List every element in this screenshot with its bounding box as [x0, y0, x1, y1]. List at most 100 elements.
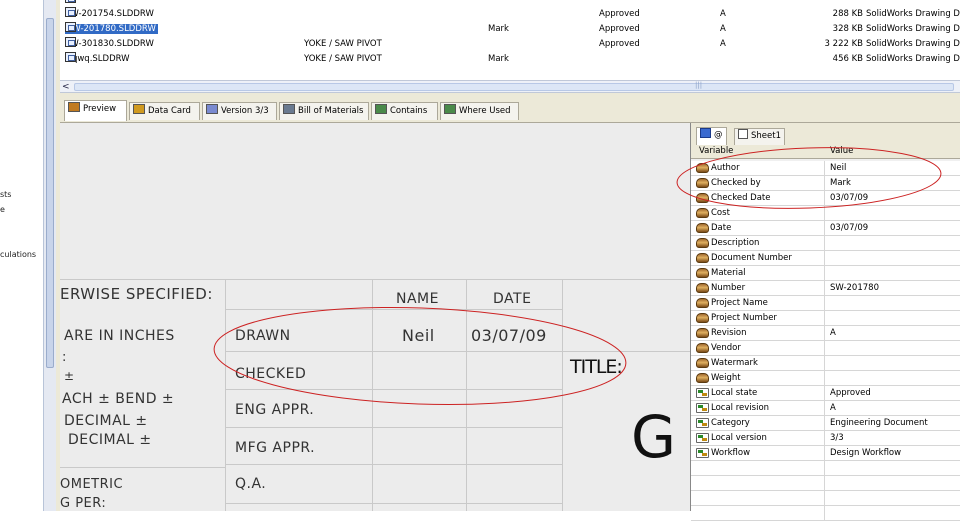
tab-contains[interactable]: Contains: [371, 102, 438, 120]
vertical-scroll-thumb[interactable]: [46, 18, 54, 368]
variable-value[interactable]: Neil: [830, 161, 846, 175]
version-icon: [206, 104, 218, 114]
file-name: SW-201780.SLDDRW: [65, 24, 158, 34]
tab-where-used[interactable]: Where Used: [440, 102, 519, 120]
vertical-scrollbar[interactable]: [43, 0, 56, 511]
variable-value[interactable]: 03/07/09: [830, 221, 868, 235]
drawing-file-icon: [65, 37, 76, 47]
where-used-icon: [444, 104, 456, 114]
variable-row[interactable]: Vendor: [691, 341, 960, 356]
variable-row[interactable]: Revision A: [691, 326, 960, 341]
variable-name: Revision: [711, 328, 747, 338]
tab-bar: Preview Data Card Version 3/3 Bill of Mater…: [60, 93, 960, 123]
variable-row[interactable]: Description: [691, 236, 960, 251]
tab-data-card[interactable]: Data Card: [129, 102, 200, 120]
tab-preview[interactable]: Preview: [64, 100, 127, 121]
tab-label: Version 3/3: [221, 106, 269, 116]
grid-line: [60, 279, 690, 280]
variable-name-cell: Category: [691, 416, 825, 431]
variable-row[interactable]: Local revision A: [691, 401, 960, 416]
value-column-header[interactable]: Value: [830, 145, 853, 158]
variable-row[interactable]: Document Number: [691, 251, 960, 266]
file-row[interactable]: SW-201780.SLDDRW Mark Approved A 328 KB Solid…: [60, 22, 960, 36]
bom-icon: [283, 104, 295, 114]
tab-variables-label: @: [714, 130, 723, 140]
tab-version-3-3[interactable]: Version 3/3: [202, 102, 277, 120]
empty-row: [691, 476, 960, 491]
variable-value[interactable]: Approved: [830, 386, 871, 400]
file-type-cell: SolidWorks Drawing D: [866, 39, 960, 49]
file-row-partial[interactable]: [60, 0, 960, 7]
sheet-icon: [738, 129, 748, 139]
tab-bill-of-materials[interactable]: Bill of Materials: [279, 102, 369, 120]
variable-value[interactable]: 03/07/09: [830, 191, 868, 205]
file-name-cell[interactable]: wqwq.SLDDRW: [65, 52, 130, 66]
horizontal-scrollbar[interactable]: < |||: [60, 80, 960, 93]
geometric-note: OMETRIC: [60, 477, 124, 492]
file-state-cell: Approved: [599, 9, 640, 19]
variable-row[interactable]: Project Number: [691, 311, 960, 326]
variable-value[interactable]: SW-201780: [830, 281, 879, 295]
variable-row[interactable]: Category Engineering Document: [691, 416, 960, 431]
empty-row: [691, 491, 960, 506]
builtin-variable-icon: [696, 433, 709, 443]
drawing-file-icon: [65, 0, 76, 3]
file-checked-by-cell: Mark: [488, 54, 509, 64]
variable-row[interactable]: Project Name: [691, 296, 960, 311]
variable-column-header[interactable]: Variable: [699, 145, 733, 158]
annotation-ellipse: [213, 306, 627, 406]
variable-row[interactable]: Author Neil: [691, 161, 960, 176]
file-row[interactable]: wqwq.SLDDRW YOKE / SAW PIVOT Mark 456 KB Sol…: [60, 52, 960, 66]
grid-line: [225, 351, 690, 352]
variable-value[interactable]: Mark: [830, 176, 851, 190]
variable-name: Project Number: [711, 313, 777, 323]
horizontal-scroll-thumb[interactable]: |||: [74, 81, 954, 91]
scroll-left-arrow-icon[interactable]: <: [62, 82, 70, 92]
builtin-variable-icon: [696, 448, 709, 458]
variable-row[interactable]: Workflow Design Workflow: [691, 446, 960, 461]
variable-row[interactable]: Cost: [691, 206, 960, 221]
variable-name-cell: Local revision: [691, 401, 825, 416]
variable-icon: [696, 313, 709, 323]
tab-variables[interactable]: @: [696, 127, 727, 145]
variable-row[interactable]: Checked by Mark: [691, 176, 960, 191]
variable-icon: [696, 328, 709, 338]
variable-value[interactable]: Engineering Document: [830, 416, 928, 430]
variable-name: Weight: [711, 373, 741, 383]
variable-value[interactable]: A: [830, 401, 836, 415]
file-row[interactable]: SW-201754.SLDDRW Approved A 288 KB SolidWork…: [60, 7, 960, 21]
variable-row[interactable]: Local state Approved: [691, 386, 960, 401]
tab-sheet1[interactable]: Sheet1: [734, 128, 785, 145]
drawing-preview: ERWISE SPECIFIED: ARE IN INCHES : ± ACH …: [60, 123, 690, 511]
empty-cell: [691, 506, 825, 521]
variable-row[interactable]: Watermark: [691, 356, 960, 371]
variable-name: Number: [711, 283, 746, 293]
variable-row[interactable]: Weight: [691, 371, 960, 386]
mach-bend-tolerance: ACH ± BEND ±: [62, 391, 175, 407]
file-row[interactable]: SW-301830.SLDDRW YOKE / SAW PIVOT Approved…: [60, 37, 960, 51]
file-name-cell[interactable]: SW-201754.SLDDRW: [65, 7, 154, 21]
grid-line: [562, 279, 563, 511]
qa-label: Q.A.: [235, 476, 267, 492]
tolerance-line: ±: [64, 369, 75, 383]
file-name: SW-301830.SLDDRW: [65, 39, 154, 49]
variable-value[interactable]: Design Workflow: [830, 446, 901, 460]
left-pane-fragment: culations: [0, 250, 37, 259]
variable-row[interactable]: Number SW-201780: [691, 281, 960, 296]
variable-table-header: Variable Value: [691, 145, 960, 159]
variable-name-cell: Number: [691, 281, 825, 296]
variable-row[interactable]: Date 03/07/09: [691, 221, 960, 236]
builtin-variable-icon: [696, 388, 709, 398]
variable-value[interactable]: 3/3: [830, 431, 844, 445]
file-name-cell[interactable]: SW-201780.SLDDRW: [65, 22, 158, 36]
builtin-variable-icon: [696, 403, 709, 413]
grid-line: [225, 503, 563, 504]
left-pane-fragment: e: [0, 205, 5, 214]
variable-row[interactable]: Local version 3/3: [691, 431, 960, 446]
file-name-cell[interactable]: SW-301830.SLDDRW: [65, 37, 154, 51]
variable-icon: [696, 193, 709, 203]
variable-row[interactable]: Checked Date 03/07/09: [691, 191, 960, 206]
variable-name-cell: Local version: [691, 431, 825, 446]
variable-value[interactable]: A: [830, 326, 836, 340]
variable-row[interactable]: Material: [691, 266, 960, 281]
